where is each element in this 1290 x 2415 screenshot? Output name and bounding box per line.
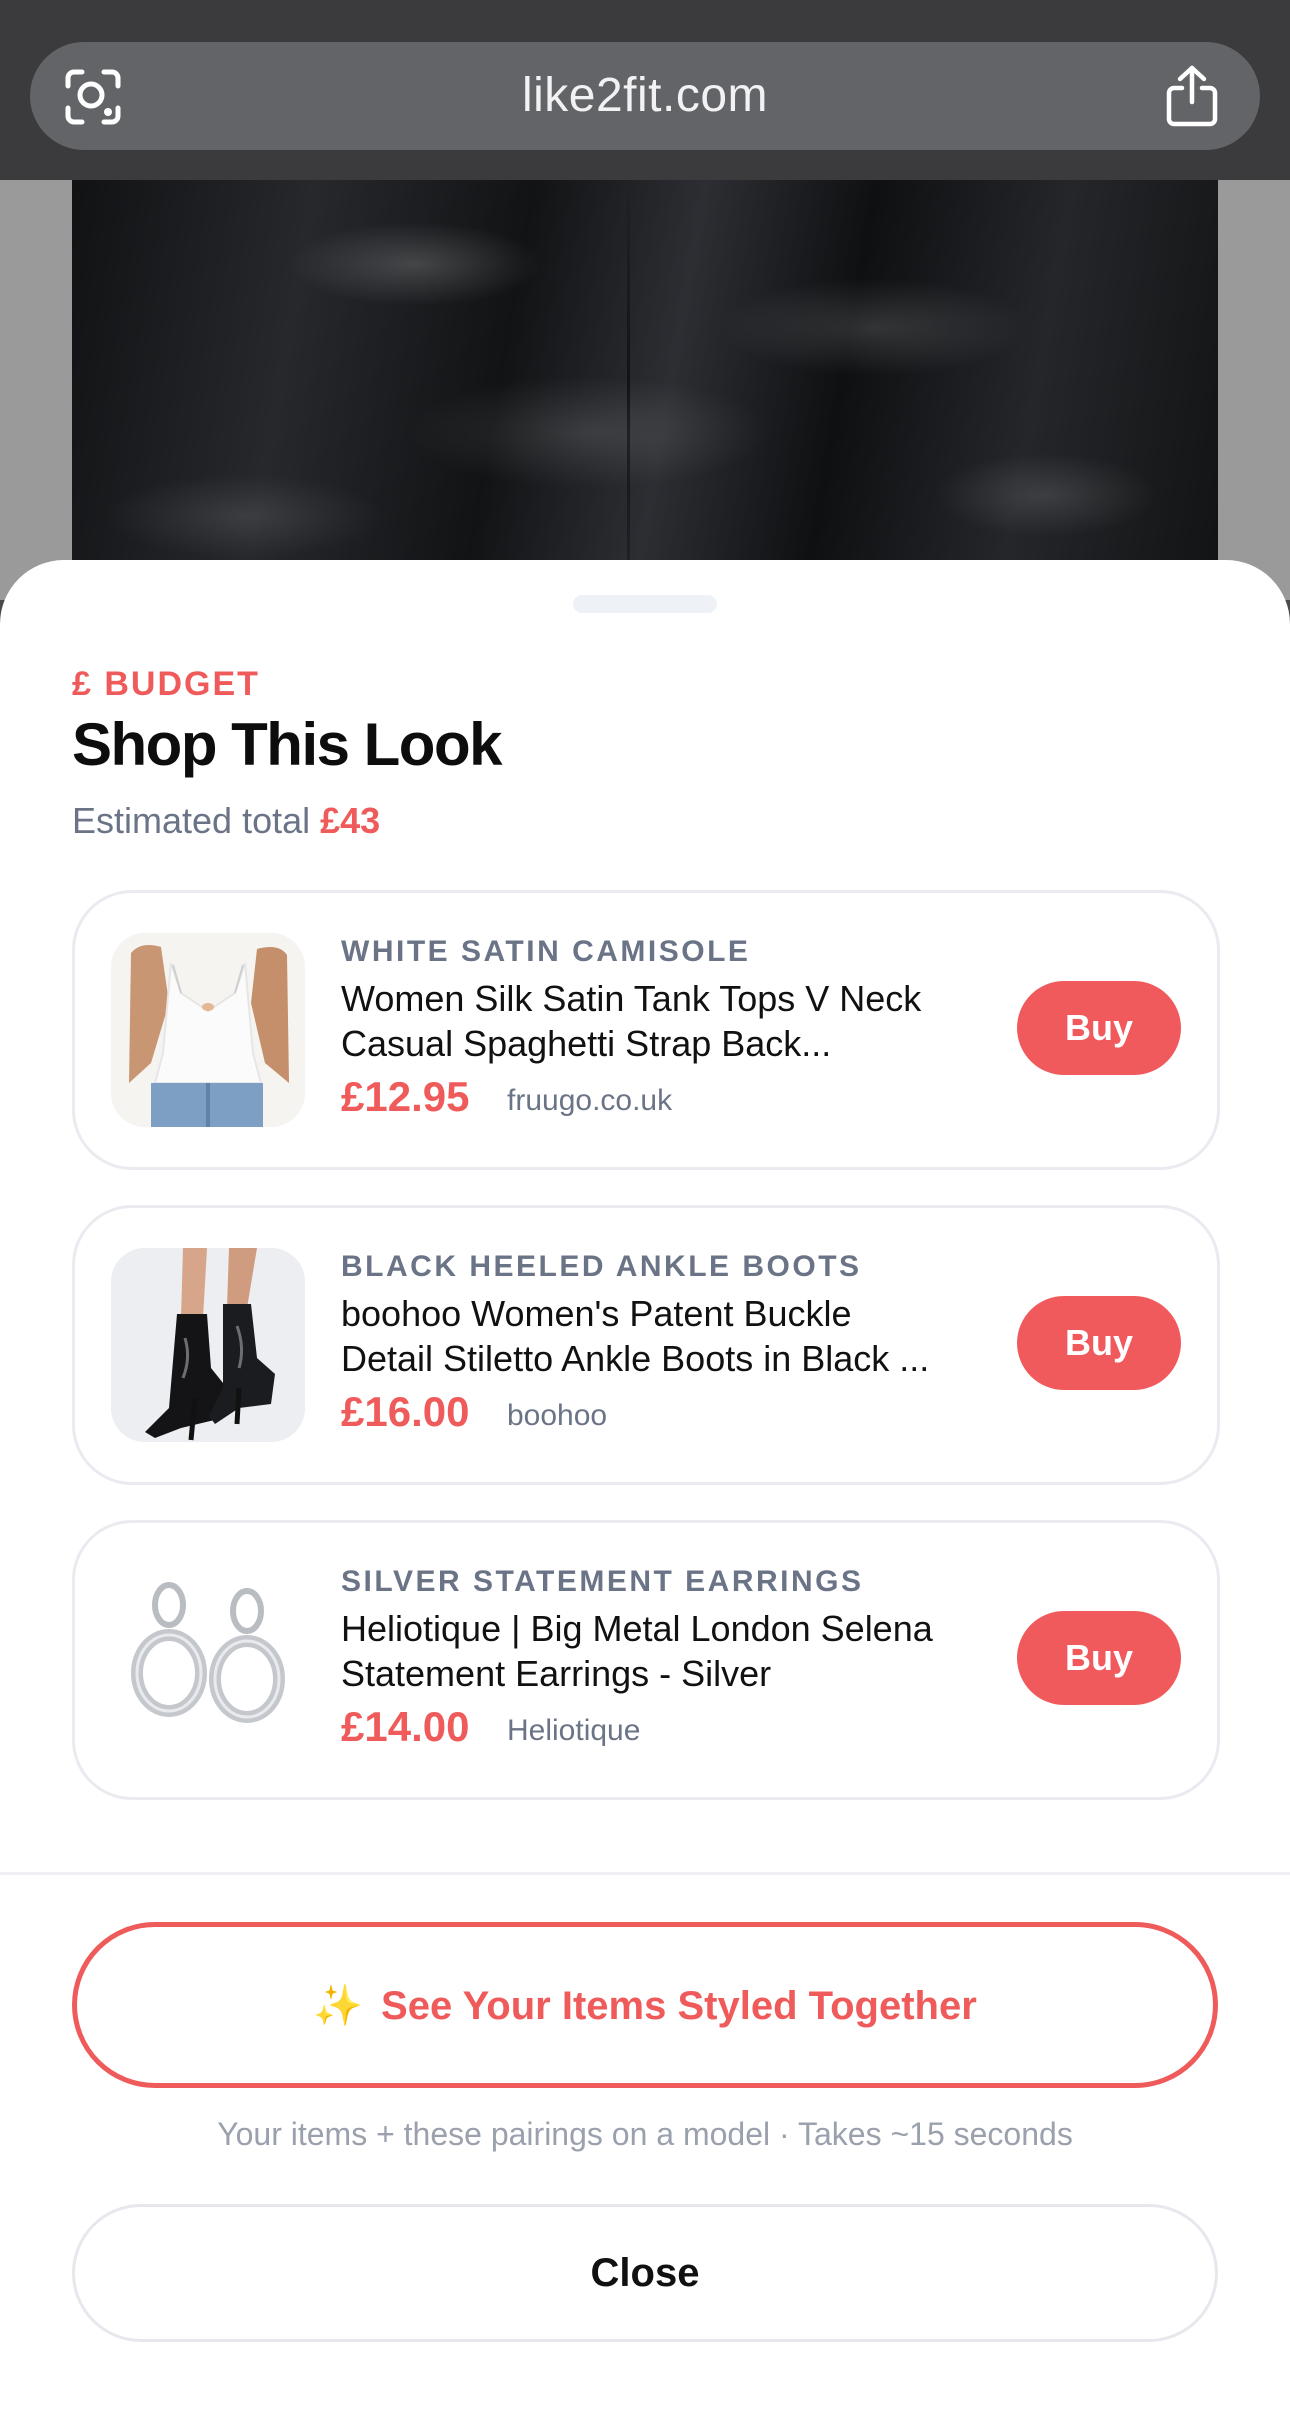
product-image-earrings[interactable] [111, 1563, 305, 1757]
browser-toolbar: like2fit.com [0, 0, 1290, 180]
product-card[interactable]: BLACK HEELED ANKLE BOOTS boohoo Women's … [72, 1205, 1220, 1485]
close-button[interactable]: Close [72, 2204, 1218, 2342]
product-retailer: boohoo [507, 1399, 608, 1432]
buy-button[interactable]: Buy [1017, 981, 1181, 1075]
footer-divider [0, 1872, 1290, 1875]
product-photo-leather-shorts [72, 180, 1218, 600]
estimated-total: Estimated total £43 [72, 800, 380, 842]
product-title[interactable]: Women Silk Satin Tank Tops V Neck Casual… [341, 976, 1001, 1066]
budget-label: £ BUDGET [72, 665, 260, 703]
sheet-title: Shop This Look [72, 711, 502, 778]
product-retailer: Heliotique [507, 1714, 641, 1747]
estimated-total-value: £43 [320, 800, 381, 841]
product-category: BLACK HEELED ANKLE BOOTS [341, 1250, 862, 1283]
style-together-subtitle: Your items + these pairings on a model ·… [217, 2116, 1073, 2152]
sheet-grabber[interactable] [573, 595, 717, 613]
estimated-total-label: Estimated total [72, 800, 311, 841]
product-image-boots[interactable] [111, 1248, 305, 1442]
photo-seam-detail [627, 180, 630, 600]
buy-button[interactable]: Buy [1017, 1611, 1181, 1705]
product-card[interactable]: SILVER STATEMENT EARRINGS Heliotique | B… [72, 1520, 1220, 1800]
product-image-camisole[interactable] [111, 933, 305, 1127]
product-category: WHITE SATIN CAMISOLE [341, 935, 751, 968]
product-price: £14.00 [341, 1703, 470, 1750]
shop-look-sheet: £ BUDGET Shop This Look Estimated total … [0, 560, 1290, 2415]
product-retailer: fruugo.co.uk [507, 1084, 673, 1117]
address-bar[interactable]: like2fit.com [30, 42, 1260, 150]
product-category: SILVER STATEMENT EARRINGS [341, 1565, 864, 1598]
product-title[interactable]: Heliotique | Big Metal London Selena Sta… [341, 1606, 1001, 1696]
product-price: £12.95 [341, 1073, 470, 1120]
url-text[interactable]: like2fit.com [30, 42, 1260, 150]
buy-button[interactable]: Buy [1017, 1296, 1181, 1390]
product-card[interactable]: WHITE SATIN CAMISOLE Women Silk Satin Ta… [72, 890, 1220, 1170]
style-together-button[interactable]: ✨ See Your Items Styled Together [72, 1922, 1218, 2088]
share-icon[interactable] [1164, 64, 1220, 128]
product-title[interactable]: boohoo Women's Patent Buckle Detail Stil… [341, 1291, 1001, 1381]
background-page [0, 180, 1290, 600]
style-together-label: See Your Items Styled Together [381, 1983, 977, 2028]
product-price: £16.00 [341, 1388, 470, 1435]
sparkles-icon: ✨ [313, 1983, 364, 2028]
